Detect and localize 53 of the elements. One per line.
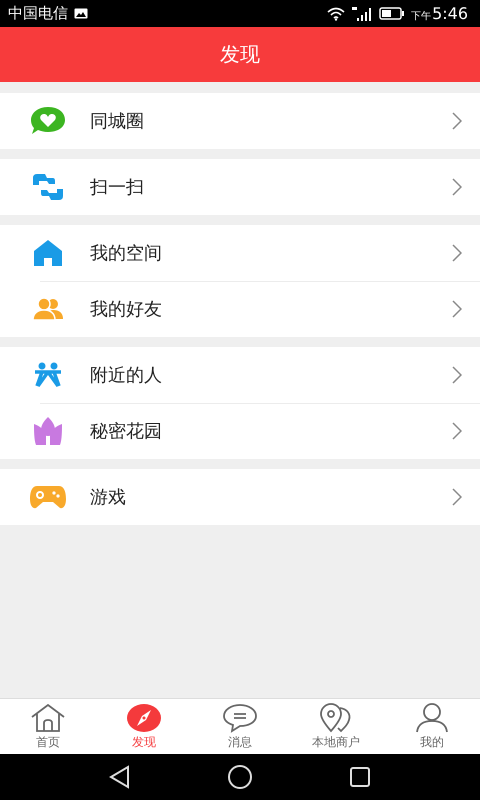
two-people-icon [33,362,63,388]
item-label: 扫一扫 [90,176,145,199]
signal-icon [351,6,374,22]
scan-icon [31,172,65,202]
item-label: 游戏 [90,486,127,509]
house-icon [33,239,63,267]
speech-bubble-icon [222,702,258,732]
house-icon [30,702,66,732]
carrier-name: 中国电信 [8,4,68,23]
chevron-icon [452,112,462,130]
menu-item[interactable]: 扫一扫 [0,159,480,215]
tab[interactable]: 发现 [96,699,192,754]
gamepad-icon [29,484,67,510]
home-circle-icon[interactable] [227,764,253,790]
flower-icon [32,416,64,446]
item-label: 秘密花园 [90,420,163,443]
tab-label: 我的 [420,734,444,750]
image-icon [74,8,88,19]
tab-label: 首页 [36,734,60,750]
person-icon [414,702,450,732]
item-label: 我的空间 [90,242,163,265]
item-label: 我的好友 [90,298,163,321]
menu-item[interactable]: 游戏 [0,469,480,525]
menu-item[interactable]: 我的空间 [0,225,480,281]
chevron-icon [452,244,462,262]
time-period: 下午 [411,10,432,23]
chevron-icon [452,422,462,440]
tab[interactable]: 消息 [192,699,288,754]
people-icon [32,297,64,321]
tab[interactable]: 本地商户 [288,699,384,754]
page-title: 发现 [220,41,260,68]
battery-icon [379,7,406,20]
menu-item[interactable]: 我的好友 [0,281,480,337]
tab[interactable]: 我的 [384,699,480,754]
item-label: 附近的人 [90,364,163,387]
menu-item[interactable]: 同城圈 [0,93,480,149]
recents-icon[interactable] [349,766,371,788]
tab-label: 发现 [132,734,156,750]
tab[interactable]: 首页 [0,699,96,754]
chevron-icon [452,366,462,384]
compass-icon [126,702,162,732]
item-label: 同城圈 [90,110,145,133]
menu-item[interactable]: 秘密花园 [0,403,480,459]
speech-heart-icon [29,105,67,137]
chevron-icon [452,488,462,506]
chevron-icon [452,300,462,318]
tab-label: 本地商户 [312,734,360,750]
clock-time: 5:46 [432,4,468,23]
wifi-icon [327,6,346,20]
tab-label: 消息 [228,734,252,750]
back-icon[interactable] [109,765,131,789]
menu-item[interactable]: 附近的人 [0,347,480,403]
chevron-icon [452,178,462,196]
